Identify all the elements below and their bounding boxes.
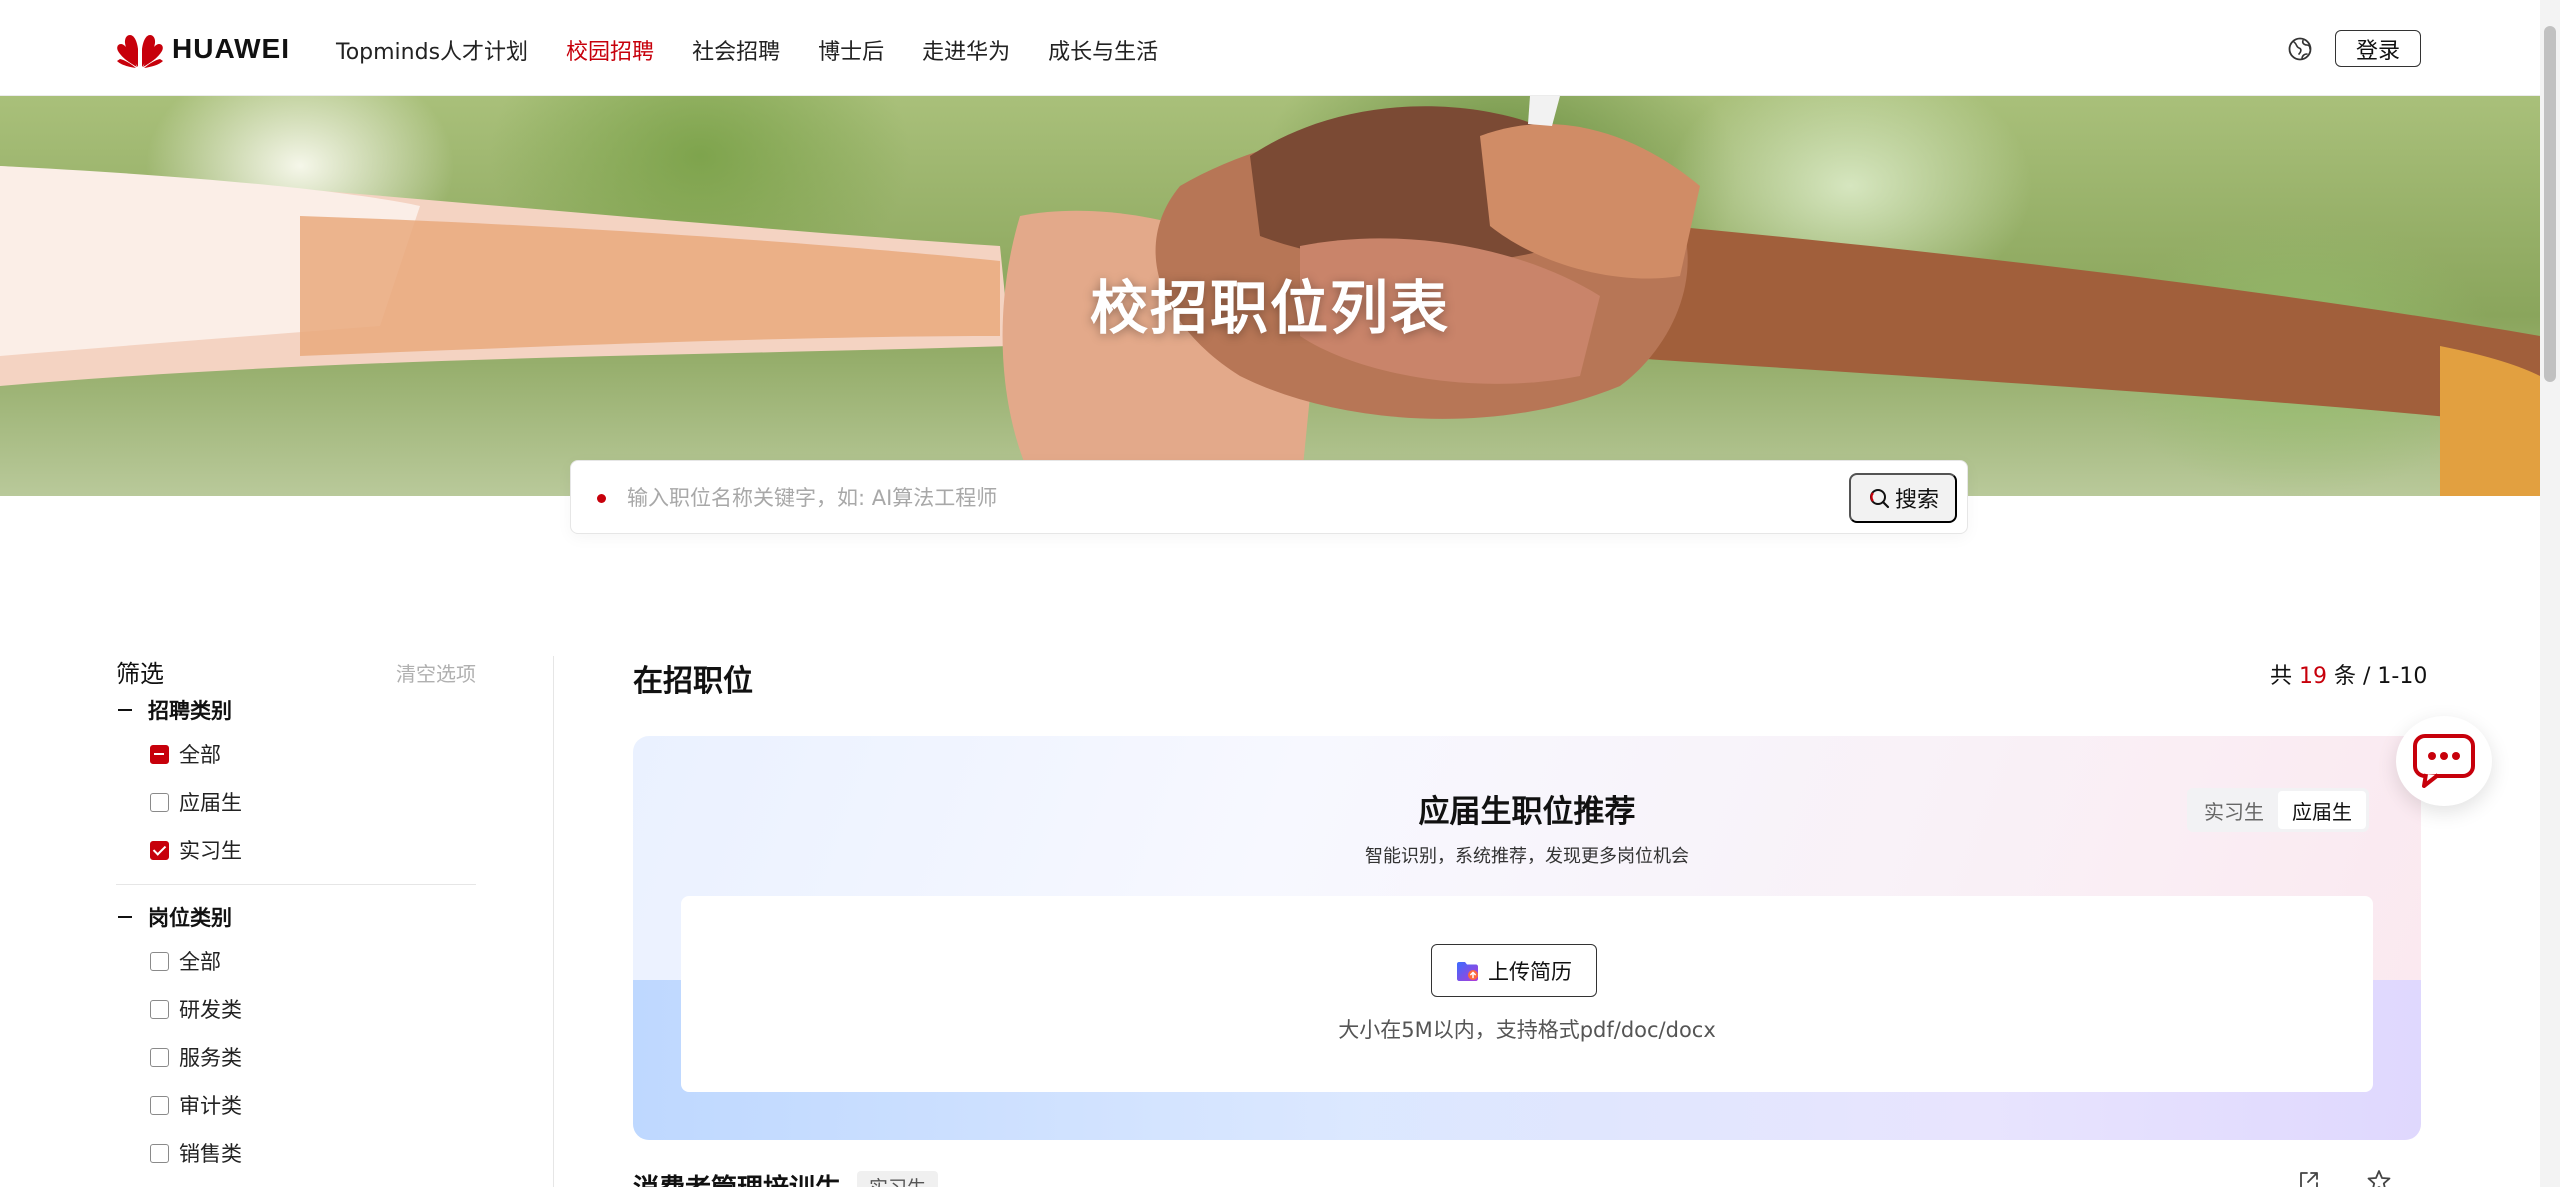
- count-suffix: 条 / 1-10: [2334, 664, 2428, 689]
- checkbox-sales[interactable]: [150, 1143, 169, 1163]
- top-header: HUAWEI Topminds人才计划 校园招聘 社会招聘 博士后 走进华为 成…: [0, 0, 2540, 96]
- filter-sidebar: 筛选 清空选项 招聘类别 全部 应届生 实习生 岗位类别 全部 研发类 服务类 …: [116, 650, 476, 1177]
- page-scrollbar[interactable]: [2540, 0, 2560, 1187]
- resume-upload-card: 上传简历 大小在5M以内，支持格式pdf/doc/docx: [681, 896, 2373, 1092]
- checkbox-service[interactable]: [150, 1047, 169, 1067]
- checkbox-recruit-all[interactable]: [150, 744, 169, 764]
- filter-option-service[interactable]: 服务类: [116, 1033, 476, 1081]
- brand-name: HUAWEI: [172, 33, 290, 64]
- job-search-bar: 搜索: [570, 460, 1968, 534]
- login-button[interactable]: 登录: [2335, 30, 2421, 67]
- count-total: 19: [2299, 664, 2328, 689]
- filter-divider: [116, 884, 476, 885]
- upload-resume-button[interactable]: 上传简历: [1431, 944, 1597, 997]
- filter-option-audit[interactable]: 审计类: [116, 1081, 476, 1129]
- collapse-minus-icon: [118, 709, 132, 711]
- recommendation-subtitle: 智能识别，系统推荐，发现更多岗位机会: [1365, 846, 1689, 867]
- checkbox-rnd[interactable]: [150, 999, 169, 1019]
- hero-banner: 校招职位列表: [0, 96, 2540, 496]
- filter-option-intern[interactable]: 实习生: [116, 826, 476, 874]
- huawei-logo[interactable]: HUAWEI: [116, 28, 290, 70]
- main-nav: Topminds人才计划 校园招聘 社会招聘 博士后 走进华为 成长与生活: [336, 30, 1196, 70]
- hero-title: 校招职位列表: [1089, 274, 1450, 342]
- collapse-minus-icon: [118, 916, 132, 918]
- filter-option-label: 研发类: [179, 998, 242, 1022]
- nav-item-campus[interactable]: 校园招聘: [566, 34, 654, 66]
- clear-filters-link[interactable]: 清空选项: [396, 658, 476, 687]
- toggle-graduate[interactable]: 应届生: [2278, 791, 2366, 829]
- search-button-label: 搜索: [1894, 487, 1939, 512]
- filter-option-rnd[interactable]: 研发类: [116, 985, 476, 1033]
- upload-hint-text: 大小在5M以内，支持格式pdf/doc/docx: [1338, 1018, 1716, 1042]
- filter-group-title: 招聘类别: [148, 699, 232, 723]
- checkbox-audit[interactable]: [150, 1095, 169, 1115]
- filter-group-title: 岗位类别: [148, 906, 232, 930]
- star-icon[interactable]: [2366, 1168, 2392, 1187]
- nav-item-social[interactable]: 社会招聘: [692, 34, 780, 66]
- search-indicator-dot: [597, 494, 606, 503]
- checkbox-job-all[interactable]: [150, 951, 169, 971]
- search-button[interactable]: 搜索: [1849, 473, 1957, 523]
- nav-item-postdoc[interactable]: 博士后: [818, 34, 884, 66]
- job-list-item[interactable]: 消费者管理培训生 实习生: [633, 1168, 939, 1187]
- count-prefix: 共: [2270, 664, 2293, 689]
- filter-group-job-type[interactable]: 岗位类别: [116, 897, 476, 937]
- filter-option-graduate[interactable]: 应届生: [116, 778, 476, 826]
- chat-icon: [2413, 734, 2475, 788]
- share-icon[interactable]: [2296, 1168, 2322, 1187]
- huawei-logo-icon: [117, 35, 163, 68]
- job-title[interactable]: 消费者管理培训生: [633, 1168, 841, 1187]
- filter-option-label: 审计类: [179, 1094, 242, 1118]
- filter-group-recruit-type[interactable]: 招聘类别: [116, 690, 476, 730]
- upload-folder-icon: [1457, 961, 1478, 981]
- filter-option-recruit-all[interactable]: 全部: [116, 730, 476, 778]
- nav-item-growth[interactable]: 成长与生活: [1048, 34, 1158, 66]
- filter-option-sales[interactable]: 销售类: [116, 1129, 476, 1177]
- toggle-intern[interactable]: 实习生: [2190, 791, 2278, 829]
- filter-option-label: 应届生: [179, 791, 242, 815]
- filter-title: 筛选: [116, 660, 164, 688]
- open-positions-title: 在招职位: [633, 664, 753, 699]
- scrollbar-thumb[interactable]: [2544, 26, 2556, 382]
- recruit-type-toggle: 实习生 应届生: [2187, 788, 2369, 832]
- job-type-tag: 实习生: [857, 1171, 939, 1187]
- job-recommendation-panel: 应届生职位推荐 智能识别，系统推荐，发现更多岗位机会 实习生 应届生 上传简历 …: [633, 736, 2421, 1140]
- filter-option-label: 全部: [179, 743, 221, 767]
- filter-option-label: 销售类: [179, 1142, 242, 1166]
- result-count: 共 19 条 / 1-10: [2270, 658, 2427, 690]
- globe-icon[interactable]: [2286, 35, 2314, 63]
- job-search-input[interactable]: [627, 479, 1787, 517]
- sidebar-divider: [553, 656, 554, 1187]
- filter-header: 筛选 清空选项: [116, 650, 476, 690]
- search-icon: [1869, 489, 1890, 509]
- upload-resume-label: 上传简历: [1488, 960, 1572, 984]
- checkbox-intern[interactable]: [150, 840, 169, 860]
- filter-option-label: 服务类: [179, 1046, 242, 1070]
- nav-item-about[interactable]: 走进华为: [922, 34, 1010, 66]
- recommendation-title: 应届生职位推荐: [1418, 794, 1636, 830]
- nav-item-topminds[interactable]: Topminds人才计划: [336, 34, 528, 66]
- checkbox-graduate[interactable]: [150, 792, 169, 812]
- filter-option-label: 实习生: [179, 839, 242, 863]
- filter-option-label: 全部: [179, 950, 221, 974]
- filter-option-job-all[interactable]: 全部: [116, 937, 476, 985]
